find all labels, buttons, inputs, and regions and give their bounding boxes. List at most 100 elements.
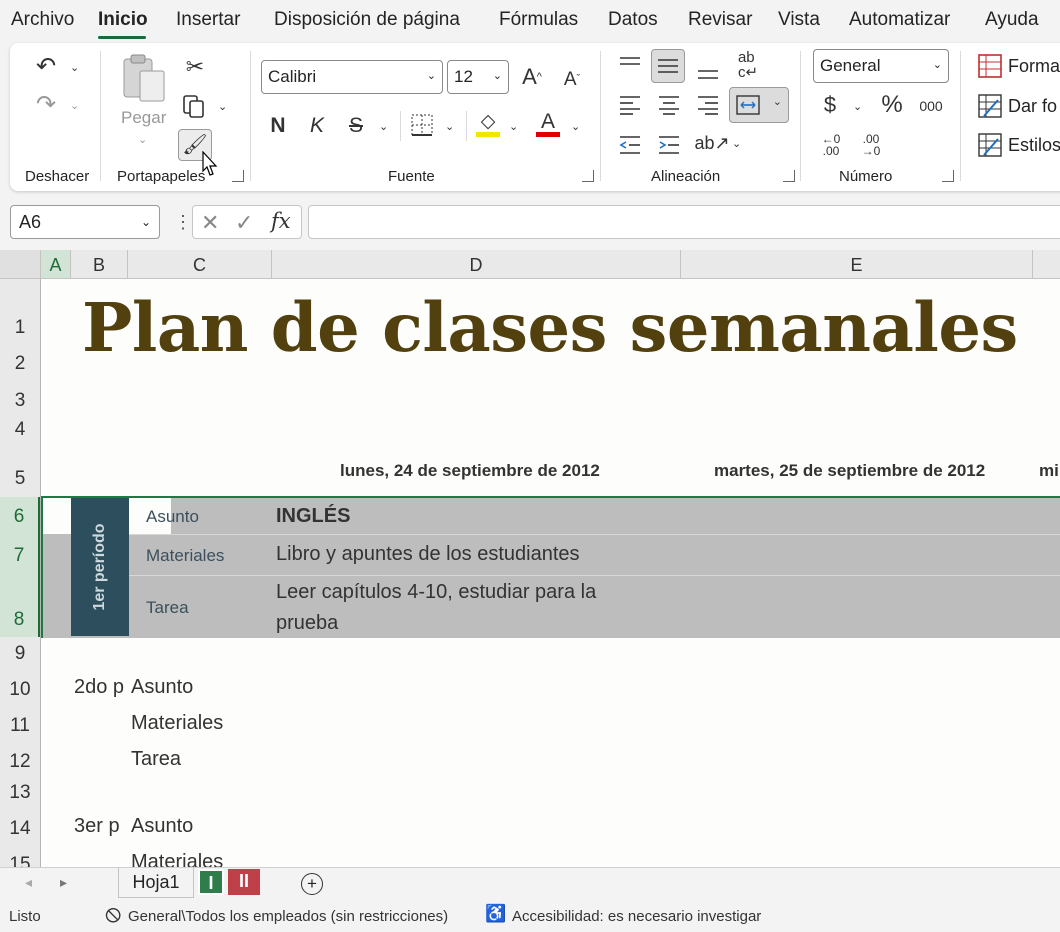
scroll-right-icon[interactable]: ▸	[60, 874, 67, 891]
row-header[interactable]: 10	[0, 679, 40, 701]
font-size-combo[interactable]: 12 ⌄	[447, 60, 509, 94]
formula-bar: A6 ⌄ ⋮ ✕ ✓ fx	[0, 200, 1060, 244]
row-header[interactable]: 2	[0, 353, 40, 375]
tab-sheet-i[interactable]: I	[198, 869, 224, 895]
column-header-c[interactable]: C	[128, 250, 272, 278]
borders-dropdown-chevron-icon[interactable]: ⌄	[445, 120, 454, 133]
cancel-icon[interactable]: ✕	[201, 210, 219, 236]
wrap-text-icon[interactable]: ab c↵	[734, 50, 762, 80]
decrease-indent-icon[interactable]	[616, 131, 644, 159]
row-header[interactable]: 13	[0, 782, 40, 804]
row-header[interactable]: 11	[0, 715, 40, 737]
font-name-combo[interactable]: Calibri ⌄	[261, 60, 443, 94]
cell-styles-button[interactable]: Estilos	[978, 132, 1060, 160]
tab-hoja1[interactable]: Hoja1	[118, 868, 194, 898]
insert-function-icon[interactable]: fx	[271, 209, 291, 233]
orientation-dropdown-chevron-icon[interactable]: ⌄	[732, 137, 741, 150]
select-all-corner[interactable]	[0, 250, 41, 278]
status-sensitivity[interactable]: General\Todos los empleados (sin restric…	[128, 908, 448, 925]
row-header-selected[interactable]: 6	[0, 497, 40, 533]
column-header-a[interactable]: A	[41, 250, 71, 278]
currency-dropdown-chevron-icon[interactable]: ⌄	[853, 100, 862, 113]
row-header[interactable]: 9	[0, 643, 40, 665]
fill-color-icon[interactable]: ◇	[474, 109, 502, 139]
font-launcher-icon[interactable]	[582, 170, 594, 182]
menu-inicio[interactable]: Inicio	[98, 9, 148, 31]
menu-archivo[interactable]: Archivo	[11, 9, 74, 31]
row-header[interactable]: 12	[0, 751, 40, 773]
align-middle-icon[interactable]	[651, 49, 685, 83]
copy-icon[interactable]	[180, 92, 208, 120]
column-header-f[interactable]	[1033, 250, 1060, 278]
decrease-font-size-icon[interactable]: Aˇ	[558, 65, 586, 93]
format-as-table-button[interactable]: Dar fo	[978, 93, 1060, 121]
increase-font-size-icon[interactable]: A ^	[518, 63, 546, 91]
paste-button[interactable]: Pegar ⌄	[118, 53, 168, 148]
menu-formulas[interactable]: Fórmulas	[499, 9, 578, 31]
underline-dropdown-chevron-icon[interactable]: ⌄	[379, 120, 388, 133]
more-options-icon[interactable]: ⋮	[174, 212, 192, 233]
number-format-combo[interactable]: General ⌄	[813, 49, 949, 83]
increase-indent-icon[interactable]	[655, 131, 683, 159]
thousands-separator-icon[interactable]: 000	[916, 93, 946, 119]
italic-icon[interactable]: K	[305, 111, 329, 139]
row-header[interactable]: 15	[0, 854, 40, 867]
row-header[interactable]: 14	[0, 818, 40, 840]
enter-icon[interactable]: ✓	[235, 210, 253, 236]
name-box-value: A6	[19, 212, 42, 232]
align-bottom-icon[interactable]	[694, 57, 722, 85]
menu-vista[interactable]: Vista	[778, 9, 820, 31]
percent-icon[interactable]: %	[877, 91, 907, 119]
undo-dropdown-chevron-icon[interactable]: ⌄	[70, 61, 79, 74]
selected-range[interactable]: 1er período Asunto INGLÉS Materiales Lib…	[41, 496, 1060, 638]
clipboard-launcher-icon[interactable]	[232, 170, 244, 182]
redo-dropdown-chevron-icon[interactable]: ⌄	[70, 99, 79, 112]
currency-icon[interactable]: $	[818, 91, 842, 119]
row-header-selected[interactable]: 7	[0, 533, 40, 573]
row-header[interactable]: 4	[0, 419, 40, 441]
column-header-e[interactable]: E	[681, 250, 1033, 278]
redo-icon[interactable]: ↷	[32, 91, 60, 119]
sensitivity-icon: 🛇	[105, 908, 122, 925]
undo-icon[interactable]: ↶	[32, 53, 60, 81]
merge-center-button[interactable]: ⌄	[729, 87, 789, 123]
align-left-icon[interactable]	[616, 91, 644, 119]
worksheet-grid[interactable]: A B C D E 1 2 3 4 5 6 7 8 9 10 11 12 13 …	[0, 250, 1060, 867]
menu-automatizar[interactable]: Automatizar	[849, 9, 950, 31]
borders-icon[interactable]	[408, 111, 436, 139]
row-header[interactable]: 5	[0, 468, 40, 490]
cut-icon[interactable]: ✂	[182, 53, 208, 81]
copy-dropdown-chevron-icon[interactable]: ⌄	[218, 100, 227, 113]
decrease-decimal-icon[interactable]: .00 →0	[856, 131, 886, 159]
alignment-launcher-icon[interactable]	[783, 170, 795, 182]
fill-color-dropdown-chevron-icon[interactable]: ⌄	[509, 120, 518, 133]
align-center-icon[interactable]	[655, 91, 683, 119]
menu-ayuda[interactable]: Ayuda	[985, 9, 1039, 31]
column-header-b[interactable]: B	[71, 250, 128, 278]
name-box[interactable]: A6 ⌄	[10, 205, 160, 239]
font-color-dropdown-chevron-icon[interactable]: ⌄	[571, 120, 580, 133]
orientation-icon[interactable]: ab↗	[694, 129, 729, 157]
scroll-left-icon[interactable]: ◂	[25, 874, 32, 891]
conditional-format-button[interactable]: Forma	[978, 53, 1060, 81]
menu-insertar[interactable]: Insertar	[176, 9, 240, 31]
active-tab-indicator	[98, 36, 146, 39]
bold-icon[interactable]: N	[266, 111, 290, 139]
row-header[interactable]: 1	[0, 317, 40, 339]
font-color-icon[interactable]: A	[534, 109, 562, 139]
column-header-d[interactable]: D	[272, 250, 681, 278]
number-launcher-icon[interactable]	[942, 170, 954, 182]
menu-datos[interactable]: Datos	[608, 9, 658, 31]
menu-revisar[interactable]: Revisar	[688, 9, 752, 31]
strikethrough-icon[interactable]: S	[344, 111, 368, 139]
status-accessibility[interactable]: Accesibilidad: es necesario investigar	[512, 908, 761, 925]
align-right-icon[interactable]	[694, 91, 722, 119]
row-header-selected[interactable]: 8	[0, 573, 40, 637]
tab-sheet-ii[interactable]: II	[228, 869, 260, 895]
align-top-icon[interactable]	[616, 51, 644, 79]
increase-decimal-icon[interactable]: ←0.00	[816, 131, 846, 159]
add-sheet-icon[interactable]: +	[301, 873, 323, 895]
row-header[interactable]: 3	[0, 390, 40, 412]
formula-input[interactable]	[308, 205, 1060, 239]
menu-disposicion-pagina[interactable]: Disposición de página	[274, 9, 460, 31]
